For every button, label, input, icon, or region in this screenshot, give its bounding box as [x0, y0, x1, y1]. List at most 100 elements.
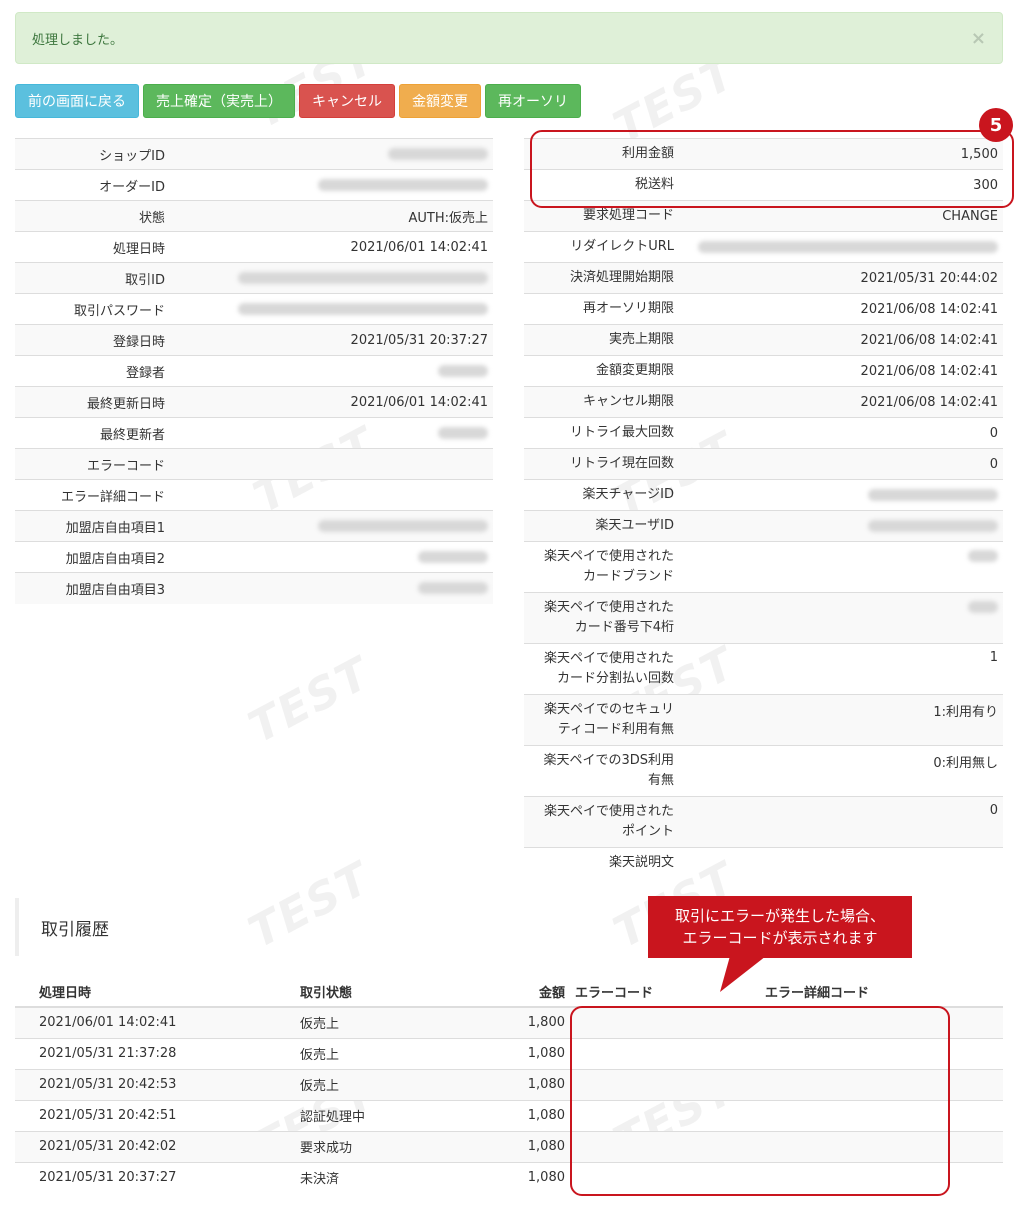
history-cell: 1,080	[495, 1099, 570, 1131]
detail-label-line: カードブランド	[582, 569, 674, 584]
detail-row: 金額変更期限 2021/06/08 14:02:41	[524, 355, 1003, 387]
reauth-button[interactable]: 再オーソリ	[485, 84, 581, 118]
detail-label: 楽天ユーザID	[524, 510, 679, 542]
detail-label: 金額変更期限	[524, 355, 679, 387]
detail-value: AUTH:仮売上	[170, 200, 493, 232]
back-button[interactable]: 前の画面に戻る	[15, 84, 139, 118]
detail-label: 加盟店自由項目2	[15, 541, 170, 573]
detail-label: 再オーソリ期限	[524, 293, 679, 325]
detail-value: 2021/06/08 14:02:41	[679, 386, 1003, 418]
detail-label: 決済処理開始期限	[524, 262, 679, 294]
history-cell: 2021/05/31 20:42:53	[15, 1068, 295, 1100]
detail-label-line: 楽天ペイで使用された	[543, 804, 674, 819]
detail-label-line: カード番号下4桁	[574, 620, 674, 635]
detail-value: 0	[679, 796, 1003, 848]
detail-row: 実売上期限 2021/06/08 14:02:41	[524, 324, 1003, 356]
redacted-value	[438, 427, 488, 439]
redacted-value	[238, 272, 488, 284]
detail-label: オーダーID	[15, 169, 170, 201]
detail-value	[679, 510, 1003, 542]
detail-label: リトライ最大回数	[524, 417, 679, 449]
detail-label-line: 楽天ペイでの3DS利用	[543, 753, 674, 768]
detail-row: ショップID	[15, 138, 493, 170]
redacted-value	[698, 241, 998, 253]
detail-value	[170, 417, 493, 449]
detail-label: キャンセル期限	[524, 386, 679, 418]
redacted-value	[968, 600, 998, 613]
transaction-detail-left: ショップID オーダーID 状態 AUTH:仮売上 処理日時 2021/06/01 14:…	[15, 138, 493, 604]
alert-message: 処理しました。	[32, 32, 124, 48]
redacted-value	[438, 365, 488, 377]
history-cell: 2021/05/31 20:42:02	[15, 1130, 295, 1162]
redacted-value	[418, 551, 488, 563]
detail-label: エラー詳細コード	[15, 479, 170, 511]
detail-value	[679, 847, 1003, 879]
detail-value: 0:利用無し	[679, 745, 1003, 797]
detail-label: リダイレクトURL	[524, 231, 679, 263]
detail-label: 楽天ペイで使用された ポイント	[524, 796, 679, 848]
detail-row: 楽天ペイで使用されたカードブランド	[524, 541, 1003, 593]
detail-row: 楽天ペイで使用された カード番号下4桁	[524, 592, 1003, 644]
detail-row: 加盟店自由項目3	[15, 572, 493, 604]
history-cell: 1,080	[495, 1068, 570, 1100]
detail-label: 楽天ペイでのセキュリ ティコード利用有無	[524, 694, 679, 746]
error-code-highlight-box	[570, 1006, 950, 1196]
detail-label: 加盟店自由項目3	[15, 572, 170, 604]
detail-value	[170, 510, 493, 542]
detail-row: 楽天説明文	[524, 847, 1003, 879]
change-amount-button[interactable]: 金額変更	[399, 84, 481, 118]
history-cell: 仮売上	[295, 1006, 495, 1038]
history-cell: 認証処理中	[295, 1099, 495, 1131]
detail-label-line: 楽天ペイで使用された	[543, 549, 674, 564]
error-callout: 取引にエラーが発生した場合、 エラーコードが表示されます	[648, 896, 912, 958]
history-cell: 2021/05/31 20:42:51	[15, 1099, 295, 1131]
detail-value	[170, 448, 493, 480]
detail-label: 楽天ペイで使用された カード番号下4桁	[524, 592, 679, 644]
detail-label-line: 楽天ペイでのセキュリ	[543, 702, 674, 717]
detail-label-line: 有無	[647, 773, 674, 788]
detail-row: 加盟店自由項目2	[15, 541, 493, 573]
detail-value: 0	[679, 417, 1003, 449]
detail-row: キャンセル期限 2021/06/08 14:02:41	[524, 386, 1003, 418]
step-badge: 5	[979, 108, 1013, 142]
detail-value: 2021/05/31 20:44:02	[679, 262, 1003, 294]
detail-row: リダイレクトURL	[524, 231, 1003, 263]
history-header: 金額	[495, 976, 570, 1008]
history-cell: 仮売上	[295, 1037, 495, 1069]
cancel-button[interactable]: キャンセル	[299, 84, 395, 118]
detail-value: 1:利用有り	[679, 694, 1003, 746]
detail-label: 実売上期限	[524, 324, 679, 356]
detail-value: 2021/06/01 14:02:41	[170, 386, 493, 418]
detail-row: 登録者	[15, 355, 493, 387]
transaction-detail-right: 利用金額 1,500 税送料 300 要求処理コード CHANGE リダイレクトURL 決済処…	[524, 138, 1003, 879]
detail-row: 加盟店自由項目1	[15, 510, 493, 542]
confirm-sale-button[interactable]: 売上確定（実売上）	[143, 84, 295, 118]
detail-value	[679, 231, 1003, 263]
redacted-value	[868, 489, 998, 501]
detail-label: 処理日時	[15, 231, 170, 263]
detail-label: 最終更新者	[15, 417, 170, 449]
history-cell: 1,080	[495, 1130, 570, 1162]
detail-label: 登録者	[15, 355, 170, 387]
success-alert: 処理しました。 ×	[15, 12, 1003, 64]
history-cell: 1,080	[495, 1037, 570, 1069]
detail-value	[170, 572, 493, 604]
detail-row: リトライ最大回数 0	[524, 417, 1003, 449]
detail-label: 取引パスワード	[15, 293, 170, 325]
detail-row: エラー詳細コード	[15, 479, 493, 511]
close-icon[interactable]: ×	[971, 28, 986, 49]
detail-label: リトライ現在回数	[524, 448, 679, 480]
detail-row: 楽天ペイで使用された ポイント 0	[524, 796, 1003, 848]
callout-line-2: エラーコードが表示されます	[682, 929, 878, 947]
detail-label: エラーコード	[15, 448, 170, 480]
history-cell: 仮売上	[295, 1068, 495, 1100]
amount-highlight-box	[530, 130, 1014, 208]
redacted-value	[968, 549, 998, 562]
detail-row: 状態 AUTH:仮売上	[15, 200, 493, 232]
detail-row: 再オーソリ期限 2021/06/08 14:02:41	[524, 293, 1003, 325]
redacted-value	[418, 582, 488, 595]
detail-value	[170, 169, 493, 201]
detail-label: 楽天チャージID	[524, 479, 679, 511]
watermark-text: TEST	[240, 647, 380, 754]
detail-row: 楽天ユーザID	[524, 510, 1003, 542]
